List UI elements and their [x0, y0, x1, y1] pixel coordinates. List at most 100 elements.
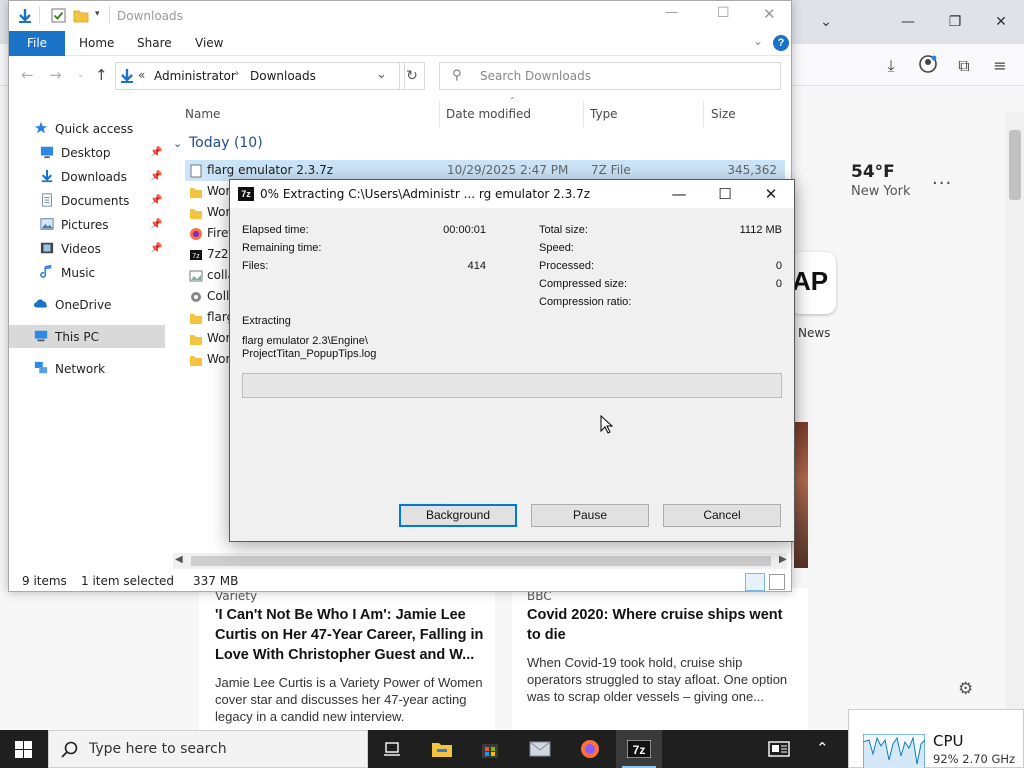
dialog-maximize-button[interactable]: ☐ [710, 183, 740, 205]
pin-icon[interactable]: 📌 [150, 171, 162, 182]
column-header-name[interactable]: Name [185, 107, 220, 121]
column-separator[interactable] [583, 101, 584, 127]
tab-file[interactable]: File [9, 31, 65, 56]
horizontal-scrollbar-thumb[interactable] [191, 556, 771, 566]
sidebar-item-desktop[interactable]: Desktop [39, 143, 111, 163]
ribbon-expand-chevron-icon[interactable]: ⌄ [753, 34, 763, 48]
pause-button[interactable]: Pause [531, 504, 649, 527]
quick-access-toolbar-dropdown-icon[interactable]: ▾ [95, 9, 100, 19]
news-card-variety[interactable]: Variety 'I Can't Not Be Who I Am': Jamie… [199, 588, 495, 730]
sidebar-item-pictures[interactable]: Pictures [39, 215, 109, 235]
sidebar-item-onedrive[interactable]: OneDrive [33, 295, 111, 315]
breadcrumb-downloads[interactable]: Downloads [250, 69, 316, 83]
store-taskbar-button[interactable] [467, 730, 513, 768]
search-icon: ⚲ [452, 68, 462, 83]
dialog-minimize-button[interactable]: — [664, 183, 694, 205]
browser-minimize-button[interactable]: — [894, 10, 922, 34]
gear-icon[interactable]: ⚙ [958, 679, 973, 699]
column-separator[interactable] [703, 101, 704, 127]
scroll-left-arrow-icon[interactable]: ◀ [175, 554, 183, 565]
group-header-today[interactable]: Today (10) [189, 135, 263, 151]
news-widget-button[interactable] [756, 730, 802, 768]
explorer-close-button[interactable]: ✕ [763, 5, 776, 23]
news-card-bbc[interactable]: BBC Covid 2020: Where cruise ships went … [512, 588, 808, 730]
extensions-icon[interactable]: ⧉ [952, 54, 976, 78]
ap-news-label[interactable]: News [798, 326, 830, 340]
compressed-size-value: 0 [775, 278, 782, 290]
dialog-title: 0% Extracting C:\Users\Administr ... rg … [260, 187, 590, 201]
up-arrow-icon[interactable]: ↑ [95, 66, 108, 84]
sidebar-item-downloads[interactable]: Downloads [39, 167, 127, 187]
ap-news-logo[interactable]: AP [790, 252, 836, 314]
tab-share[interactable]: Share [137, 31, 172, 56]
browser-scrollbar-thumb[interactable] [1009, 130, 1021, 200]
column-header-date[interactable]: Date modified [446, 107, 531, 121]
back-arrow-icon[interactable]: ← [21, 66, 34, 84]
recent-locations-chevron-icon[interactable]: ⌄ [77, 70, 85, 80]
7zip-taskbar-button[interactable]: 7z [616, 730, 662, 768]
sidebar-item-this-pc[interactable]: This PC [33, 327, 99, 347]
downloads-icon[interactable]: ⤓ [879, 54, 903, 78]
explorer-maximize-button[interactable]: ☐ [717, 5, 730, 21]
breadcrumb-administrator[interactable]: Administrator [154, 69, 236, 83]
browser-scrollbar[interactable] [1006, 112, 1024, 722]
background-button[interactable]: Background [399, 504, 517, 527]
tab-list-chevron-icon[interactable]: ⌄ [812, 10, 840, 34]
details-view-icon[interactable] [745, 573, 765, 591]
pin-icon[interactable]: 📌 [150, 195, 162, 206]
pictures-icon [40, 218, 54, 230]
sidebar-item-network[interactable]: Network [33, 359, 105, 379]
firefox-taskbar-button[interactable] [567, 730, 613, 768]
svg-text:7z: 7z [192, 253, 200, 260]
sidebar-item-documents[interactable]: Documents [39, 191, 129, 211]
cpu-monitor-widget[interactable]: CPU 92% 2.70 GHz [848, 709, 1024, 768]
documents-icon [42, 193, 52, 207]
dialog-close-button[interactable]: ✕ [756, 183, 786, 205]
taskbar-search-input[interactable]: Type here to search [48, 730, 368, 768]
properties-icon[interactable] [51, 8, 66, 23]
cancel-button[interactable]: Cancel [663, 504, 781, 527]
mail-taskbar-button[interactable] [517, 730, 563, 768]
column-separator[interactable] [439, 101, 440, 127]
pin-icon[interactable]: 📌 [150, 219, 162, 230]
tab-home[interactable]: Home [79, 31, 114, 56]
forward-arrow-icon[interactable]: → [49, 66, 62, 84]
folder-icon[interactable] [73, 8, 89, 23]
search-input[interactable]: ⚲ Search Downloads [439, 62, 781, 90]
tab-view[interactable]: View [195, 31, 223, 56]
address-dropdown-icon[interactable]: ⌄ [376, 67, 387, 82]
sidebar-item-videos[interactable]: Videos [39, 239, 101, 259]
browser-restore-button[interactable]: ❐ [941, 10, 969, 34]
large-icons-view-icon[interactable] [769, 574, 785, 590]
column-header-size[interactable]: Size [711, 107, 736, 121]
explorer-minimize-button[interactable]: — [665, 5, 678, 20]
sidebar-item-music[interactable]: Music [39, 263, 95, 283]
refresh-icon[interactable]: ↻ [399, 62, 425, 90]
browser-close-button[interactable]: ✕ [987, 10, 1015, 34]
scroll-right-arrow-icon[interactable]: ▶ [779, 554, 787, 565]
address-overflow[interactable]: « [138, 68, 145, 82]
weather-more-button[interactable]: ... [932, 168, 952, 189]
sidebar-item-quick-access[interactable]: Quick access [33, 119, 133, 139]
file-explorer-taskbar-button[interactable] [419, 730, 465, 768]
card-title[interactable]: Covid 2020: Where cruise ships went to d… [527, 605, 797, 645]
weather-temperature[interactable]: 54°F [851, 162, 895, 182]
task-view-button[interactable] [369, 730, 415, 768]
table-row[interactable]: flarg emulator 2.3.7z 10/29/2025 2:47 PM… [185, 160, 785, 198]
menu-icon[interactable]: ≡ [988, 54, 1012, 78]
group-collapse-chevron-icon[interactable]: ⌄ [173, 137, 182, 150]
help-icon[interactable]: ? [773, 35, 789, 51]
account-icon[interactable] [916, 54, 940, 78]
weather-city[interactable]: New York [851, 184, 911, 199]
download-arrow-icon[interactable] [17, 8, 33, 24]
pin-icon[interactable]: 📌 [150, 147, 162, 158]
news-photo[interactable] [794, 422, 808, 568]
show-hidden-icons-button[interactable]: ⌃ [800, 730, 846, 768]
address-bar[interactable]: « Administrator › Downloads ⌄ [115, 62, 405, 90]
column-header-type[interactable]: Type [590, 107, 618, 121]
pin-icon[interactable]: 📌 [150, 243, 162, 254]
breadcrumb-separator-icon[interactable]: › [235, 68, 239, 79]
start-button[interactable] [0, 730, 48, 768]
card-title[interactable]: 'I Can't Not Be Who I Am': Jamie Lee Cur… [215, 605, 485, 665]
files-value: 414 [467, 260, 486, 272]
